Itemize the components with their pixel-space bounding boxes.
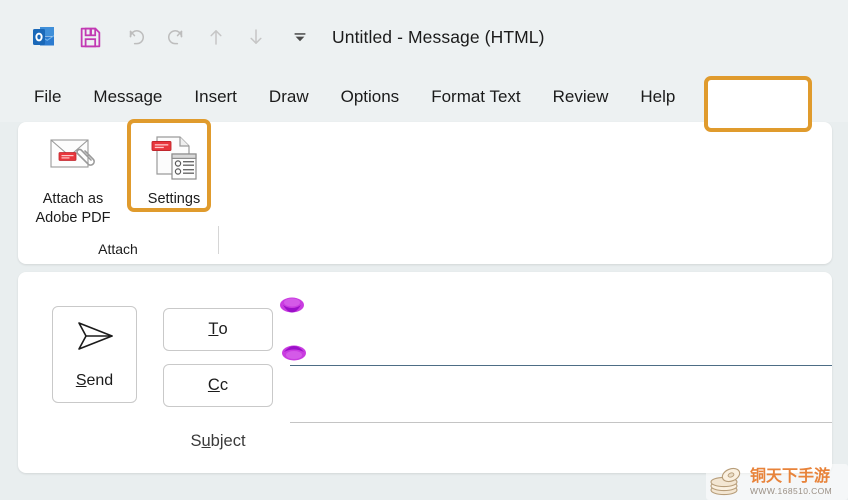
acrobat-tab-callout [704,76,812,132]
tab-review[interactable]: Review [553,87,609,109]
attach-as-adobe-pdf-label-line1: Attach as [43,191,103,207]
to-button[interactable]: To [163,308,273,351]
cc-accel-char: C [208,376,220,395]
move-down-icon[interactable] [240,21,272,53]
send-button-label: Send [76,372,113,390]
move-up-icon[interactable] [200,21,232,53]
watermark-url: WWW.168510.COM [750,487,832,496]
compose-pane: Send To Cc Subject [18,272,832,473]
coin-stack-icon [706,465,750,499]
redo-icon[interactable] [160,21,192,53]
send-paper-plane-icon [72,319,118,358]
send-accel-char: S [76,372,87,389]
tab-help[interactable]: Help [640,87,675,109]
watermark-text: 铜天下手游 WWW.168510.COM [750,469,832,496]
attach-as-adobe-pdf-label: Attach as Adobe PDF [36,190,111,228]
subject-label: Subject [163,432,273,451]
attach-as-adobe-pdf-button[interactable]: Attach as Adobe PDF [30,132,116,228]
cc-rest-chars: c [220,376,228,395]
purple-blob-mark-bottom [281,340,307,367]
ribbon-group-attach-label: Attach [18,241,218,257]
tab-file[interactable]: File [34,87,61,109]
tab-message-label: Message [93,87,162,106]
send-button[interactable]: Send [52,306,137,403]
send-rest-chars: end [86,372,113,389]
ribbon-group-separator [218,226,219,254]
subject-accel-char: u [201,432,210,450]
customize-quick-access-chevron-icon[interactable] [284,21,316,53]
tab-help-label: Help [640,87,675,106]
tab-format-text-label: Format Text [431,87,520,106]
tab-insert-label: Insert [194,87,237,106]
tab-draw[interactable]: Draw [269,87,309,109]
settings-button-callout [127,119,211,212]
cc-button[interactable]: Cc [163,364,273,407]
tab-review-label: Review [553,87,609,106]
attach-as-adobe-pdf-label-line2: Adobe PDF [36,210,111,226]
tab-draw-label: Draw [269,87,309,106]
attach-as-adobe-pdf-icon [45,132,101,184]
to-input[interactable] [290,365,832,366]
tab-options-label: Options [341,87,400,106]
site-watermark: 铜天下手游 WWW.168510.COM [706,464,848,500]
tab-insert[interactable]: Insert [194,87,237,109]
watermark-title: 铜天下手游 [750,469,832,485]
undo-icon[interactable] [120,21,152,53]
tab-message[interactable]: Message [93,87,162,109]
quick-access-toolbar: Untitled - Message (HTML) [0,0,848,74]
window-title: Untitled - Message (HTML) [332,27,545,48]
tab-format-text[interactable]: Format Text [431,87,520,109]
purple-blob-mark-top [279,296,305,323]
tab-options[interactable]: Options [341,87,400,109]
cc-input[interactable] [290,422,832,423]
subject-pre-char: S [190,432,201,450]
outlook-app-icon[interactable] [28,21,60,53]
to-accel-char: T [208,320,218,339]
save-icon[interactable] [74,21,106,53]
tab-file-label: File [34,87,61,106]
subject-rest-chars: bject [211,432,246,450]
to-rest-chars: o [218,320,227,339]
